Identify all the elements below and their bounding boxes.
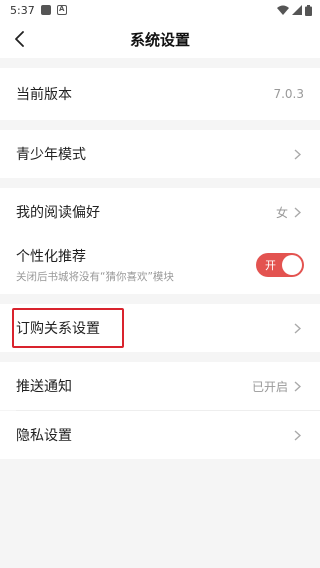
page-title: 系统设置 — [129, 30, 190, 49]
version-label: 当前版本 — [16, 87, 72, 103]
privacy-label: 隐私设置 — [16, 428, 72, 444]
settings-row-personalized: 个性化推荐 关闭后书城将没有“猜你喜欢”模块 开 — [0, 236, 320, 294]
section-gap — [0, 294, 320, 304]
youth-mode-right — [294, 148, 304, 160]
battery-icon — [305, 4, 312, 16]
personalized-label: 个性化推荐 — [16, 249, 86, 265]
settings-row-privacy[interactable]: 隐私设置 — [0, 411, 320, 459]
status-left: 5:37 A — [10, 4, 67, 17]
settings-row-subscription[interactable]: 订购关系设置 — [0, 304, 320, 352]
toggle-knob — [282, 255, 302, 275]
back-button[interactable] — [8, 27, 32, 51]
chevron-right-icon — [294, 322, 304, 334]
status-right — [277, 4, 312, 16]
push-right: 已开启 — [252, 378, 304, 395]
notification-a-icon: A — [56, 5, 67, 15]
chevron-right-icon — [294, 429, 304, 441]
chevron-right-icon — [294, 148, 304, 160]
subscription-right — [294, 322, 304, 334]
chevron-right-icon — [294, 206, 304, 218]
chevron-right-icon — [294, 380, 304, 392]
toggle-on-label: 开 — [265, 259, 276, 272]
reading-pref-right: 女 — [276, 204, 304, 221]
personalized-text: 个性化推荐 关闭后书城将没有“猜你喜欢”模块 — [16, 246, 174, 284]
privacy-right — [294, 429, 304, 441]
reading-pref-label: 我的阅读偏好 — [16, 205, 100, 221]
personalized-subtitle: 关闭后书城将没有“猜你喜欢”模块 — [16, 271, 174, 283]
push-label: 推送通知 — [16, 379, 72, 395]
section-gap — [0, 58, 320, 68]
section-gap — [0, 178, 320, 188]
section-gap — [0, 352, 320, 362]
subscription-label: 订购关系设置 — [16, 321, 100, 337]
settings-row-version: 当前版本 7.0.3 — [0, 68, 320, 120]
version-right: 7.0.3 — [273, 87, 304, 101]
nav-bar: 系统设置 — [0, 20, 320, 58]
back-arrow-icon — [15, 31, 24, 47]
version-value: 7.0.3 — [273, 87, 304, 101]
signal-icon — [292, 5, 302, 15]
settings-row-youth-mode[interactable]: 青少年模式 — [0, 130, 320, 178]
settings-row-reading-pref[interactable]: 我的阅读偏好 女 — [0, 188, 320, 236]
settings-screen: 5:37 A 系统设置 当前版本 7.0.3 青少年模式 我的阅读偏好 女 个性… — [0, 0, 320, 568]
personalized-toggle[interactable]: 开 — [256, 253, 304, 277]
section-gap — [0, 120, 320, 130]
push-value: 已开启 — [251, 379, 288, 394]
reading-pref-value: 女 — [275, 205, 288, 220]
status-time: 5:37 — [10, 3, 35, 17]
settings-row-push[interactable]: 推送通知 已开启 — [0, 362, 320, 410]
youth-mode-label: 青少年模式 — [16, 147, 86, 163]
wifi-icon — [277, 5, 289, 15]
personalized-right: 开 — [256, 253, 304, 277]
notification-square-icon — [40, 5, 51, 15]
status-bar: 5:37 A — [0, 0, 320, 20]
